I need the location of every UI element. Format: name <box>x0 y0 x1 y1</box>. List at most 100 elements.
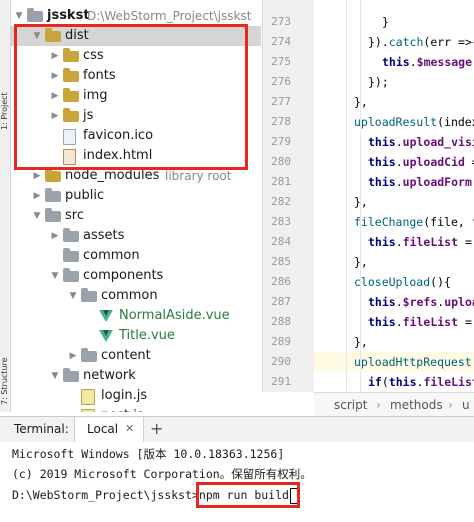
tree-item[interactable]: login.js <box>11 386 261 406</box>
code-line[interactable]: this.uploadCid = <box>314 152 474 172</box>
line-number: 283 <box>271 215 291 228</box>
tree-item-label: Title.vue <box>119 328 175 343</box>
chevron-right-icon[interactable]: ▶ <box>67 346 79 366</box>
chevron-down-icon[interactable]: ▼ <box>49 266 61 286</box>
tree-item-label: public <box>65 188 105 203</box>
code-token: (file, f <box>423 215 474 229</box>
code-token: this <box>368 315 396 329</box>
folder-icon <box>63 248 79 262</box>
code-token: . <box>395 295 403 309</box>
chevron-down-icon[interactable]: ▼ <box>13 6 25 26</box>
code-token: this <box>368 155 396 169</box>
project-name: jsskst <box>47 8 90 23</box>
code-line[interactable]: this.uploadForm . <box>314 172 474 192</box>
code-line[interactable]: }, <box>314 92 474 112</box>
line-number: 286 <box>271 275 291 288</box>
code-editor[interactable]: }}).catch(err =>{this.$message.});},uplo… <box>314 0 474 392</box>
code-token: upload_visi <box>402 135 474 149</box>
chevron-right-icon: › <box>448 398 453 412</box>
terminal-label: Terminal: <box>14 422 69 436</box>
code-line[interactable]: closeUpload(){ <box>314 272 474 292</box>
line-number: 280 <box>271 155 291 168</box>
line-number: 277 <box>271 95 291 108</box>
code-token: uploa <box>444 295 474 309</box>
code-token: $message <box>416 55 473 69</box>
code-line[interactable]: this.$refs.uploa <box>314 292 474 312</box>
side-tab-structure[interactable]: 7: Structure <box>0 335 10 405</box>
tree-item-label: assets <box>83 228 125 243</box>
line-number: 281 <box>271 175 291 188</box>
code-token: this <box>368 295 396 309</box>
tab-local[interactable]: Local ✕ <box>74 417 144 443</box>
line-number: 289 <box>271 335 291 348</box>
tree-root[interactable]: ▼ jsskst D:\WebStorm_Project\jsskst <box>11 6 261 26</box>
tree-item[interactable]: ▼ network <box>11 366 261 386</box>
line-number: 284 <box>271 235 291 248</box>
code-token: . <box>395 315 403 329</box>
tree-item[interactable]: NormalAside.vue <box>11 306 261 326</box>
line-number: 279 <box>271 135 291 148</box>
code-token: (){ <box>430 275 451 289</box>
line-number: 291 <box>271 375 291 388</box>
code-token: = <box>464 235 472 249</box>
code-token: . <box>395 175 403 189</box>
tree-item[interactable]: ▶ public <box>11 186 261 206</box>
code-token: uploadForm <box>402 175 472 189</box>
folder-icon <box>63 228 79 242</box>
terminal-tab-bar: Terminal: Local ✕ + <box>0 416 474 444</box>
tree-item[interactable]: ▶ assets <box>11 226 261 246</box>
breadcrumb-item-method[interactable]: u <box>462 393 470 417</box>
chevron-down-icon[interactable]: ▼ <box>31 206 43 226</box>
folder-icon <box>63 268 79 282</box>
code-line[interactable]: } <box>314 12 474 32</box>
code-token: this <box>368 235 396 249</box>
code-line[interactable]: uploadHttpRequest( <box>314 352 474 372</box>
folder-icon <box>81 348 97 362</box>
line-number: 275 <box>271 55 291 68</box>
code-line[interactable]: }); <box>314 72 474 92</box>
code-line[interactable]: this.fileList = <box>314 232 474 252</box>
code-line[interactable]: if(this.fileList <box>314 372 474 392</box>
tree-item-label: src <box>65 208 84 223</box>
chevron-down-icon[interactable]: ▼ <box>67 286 79 306</box>
project-path: D:\WebStorm_Project\jsskst <box>87 9 252 23</box>
code-line[interactable]: }, <box>314 252 474 272</box>
code-token: (err =>{ <box>423 35 474 49</box>
add-tab-icon[interactable]: + <box>150 419 163 438</box>
chevron-right-icon[interactable]: ▶ <box>31 186 43 206</box>
tree-item[interactable]: ▼ components <box>11 266 261 286</box>
line-number: 285 <box>271 255 291 268</box>
line-number: 290 <box>271 355 291 368</box>
breadcrumb-item-script[interactable]: script <box>334 393 367 417</box>
breadcrumb-item-methods[interactable]: methods <box>390 393 443 417</box>
terminal-prompt: D:\WebStorm_Project\jsskst> <box>12 488 199 502</box>
tree-item[interactable]: post.js <box>11 406 261 412</box>
folder-icon <box>27 8 43 22</box>
code-token: this <box>368 135 396 149</box>
code-line[interactable]: uploadResult(index <box>314 112 474 132</box>
tree-item[interactable]: ▼ src <box>11 206 261 226</box>
line-number: 288 <box>271 315 291 328</box>
tree-item[interactable]: ▶ content <box>11 346 261 366</box>
tree-item-label: content <box>101 348 151 363</box>
js-file-icon <box>81 389 95 405</box>
line-number: 274 <box>271 35 291 48</box>
chevron-right-icon[interactable]: ▶ <box>49 226 61 246</box>
code-line[interactable]: }, <box>314 332 474 352</box>
side-tab-project[interactable]: 1: Project <box>0 40 10 130</box>
code-line[interactable]: }, <box>314 192 474 212</box>
code-line[interactable]: }).catch(err =>{ <box>314 32 474 52</box>
tree-item[interactable]: common <box>11 246 261 266</box>
code-line[interactable]: this.$message. <box>314 52 474 72</box>
tree-item[interactable]: Title.vue <box>11 326 261 346</box>
code-token: this <box>382 55 410 69</box>
chevron-down-icon[interactable]: ▼ <box>49 366 61 386</box>
left-tool-strip: 1: Project 7: Structure <box>0 0 11 412</box>
line-number-gutter: 273 274 275 276 277 278 279 280 281 282 283 284 285 2… <box>262 0 315 392</box>
code-line[interactable]: fileChange(file, f <box>314 212 474 232</box>
code-line[interactable]: this.upload_visi <box>314 132 474 152</box>
code-token: = <box>464 315 472 329</box>
close-icon[interactable]: ✕ <box>125 422 134 435</box>
code-line[interactable]: this.fileList = <box>314 312 474 332</box>
tree-item[interactable]: ▼ common <box>11 286 261 306</box>
